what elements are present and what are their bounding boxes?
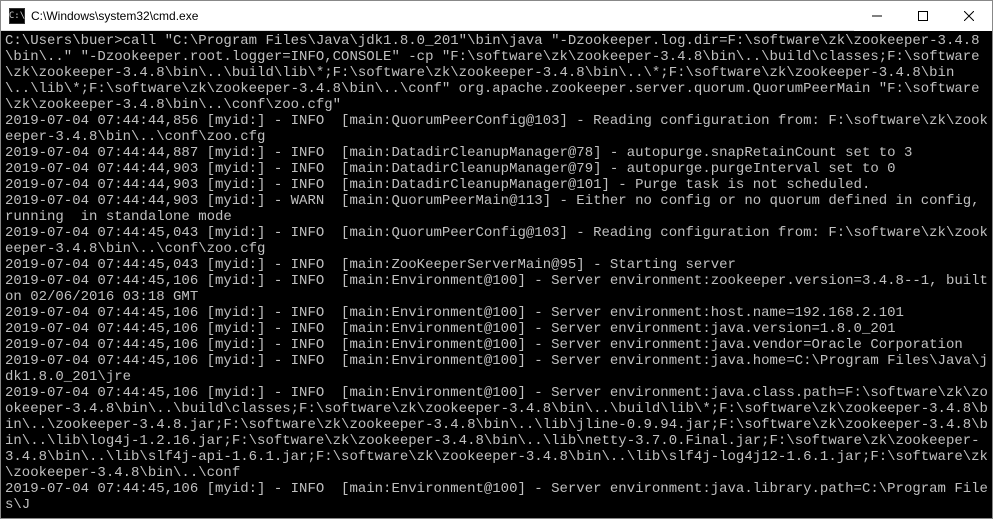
console-line: 2019-07-04 07:44:44,903 [myid:] - INFO [… [5, 161, 988, 177]
console-line: 2019-07-04 07:44:45,106 [myid:] - INFO [… [5, 273, 988, 305]
console-line: 2019-07-04 07:44:45,106 [myid:] - INFO [… [5, 337, 988, 353]
close-button[interactable] [946, 1, 992, 31]
console-line: 2019-07-04 07:44:45,043 [myid:] - INFO [… [5, 225, 988, 257]
titlebar: C:\ C:\Windows\system32\cmd.exe [1, 1, 992, 31]
maximize-button[interactable] [900, 1, 946, 31]
terminal-window: C:\ C:\Windows\system32\cmd.exe C:\Users… [0, 0, 993, 519]
console-line: 2019-07-04 07:44:44,903 [myid:] - INFO [… [5, 177, 988, 193]
minimize-button[interactable] [854, 1, 900, 31]
console-line: 2019-07-04 07:44:45,106 [myid:] - INFO [… [5, 305, 988, 321]
console-line: 2019-07-04 07:44:44,887 [myid:] - INFO [… [5, 145, 988, 161]
console-line: 2019-07-04 07:44:45,106 [myid:] - INFO [… [5, 481, 988, 513]
window-title: C:\Windows\system32\cmd.exe [31, 9, 854, 23]
cmd-icon: C:\ [9, 8, 25, 24]
console-line: 2019-07-04 07:44:45,106 [myid:] - INFO [… [5, 385, 988, 481]
console-line: 2019-07-04 07:44:44,856 [myid:] - INFO [… [5, 113, 988, 145]
console-line: 2019-07-04 07:44:45,043 [myid:] - INFO [… [5, 257, 988, 273]
console-output[interactable]: C:\Users\buer>call "C:\Program Files\Jav… [1, 31, 992, 518]
console-line: 2019-07-04 07:44:44,903 [myid:] - WARN [… [5, 193, 988, 225]
maximize-icon [918, 11, 928, 21]
close-icon [964, 11, 974, 21]
minimize-icon [872, 11, 882, 21]
console-line: C:\Users\buer>call "C:\Program Files\Jav… [5, 33, 988, 113]
console-line: 2019-07-04 07:44:45,106 [myid:] - INFO [… [5, 321, 988, 337]
console-line: 2019-07-04 07:44:45,106 [myid:] - INFO [… [5, 353, 988, 385]
window-controls [854, 1, 992, 31]
